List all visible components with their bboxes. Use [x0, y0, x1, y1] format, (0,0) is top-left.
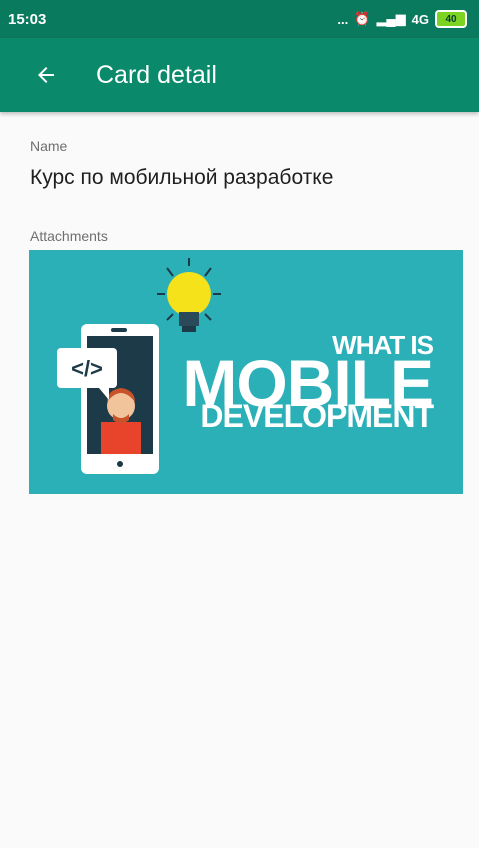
headline-development: DEVELOPMENT: [200, 398, 434, 434]
alarm-icon: ⏰: [354, 11, 371, 26]
name-label: Name: [30, 138, 68, 154]
attachments-label: Attachments: [30, 228, 108, 244]
status-icons: ... ⏰ ▂▄▆ 4G 40: [337, 10, 467, 28]
name-value: Курс по мобильной разработке: [30, 166, 334, 189]
status-bar: 15:03 ... ⏰ ▂▄▆ 4G 40: [0, 0, 479, 38]
back-button[interactable]: [22, 51, 70, 99]
battery-icon: 40: [435, 10, 467, 28]
lightbulb-icon: [157, 258, 221, 332]
app-bar: Card detail: [0, 38, 479, 112]
network-type: 4G: [411, 11, 429, 27]
status-time: 15:03: [8, 10, 47, 28]
arrow-back-icon: [38, 67, 54, 83]
more-dots: ...: [337, 11, 349, 27]
svg-text:</>: </>: [71, 356, 103, 381]
attachment-image[interactable]: </> WHAT IS MOBILE DEVELOPMENT: [29, 250, 463, 494]
signal-icon: ▂▄▆: [376, 11, 406, 26]
page-title: Card detail: [96, 60, 217, 89]
